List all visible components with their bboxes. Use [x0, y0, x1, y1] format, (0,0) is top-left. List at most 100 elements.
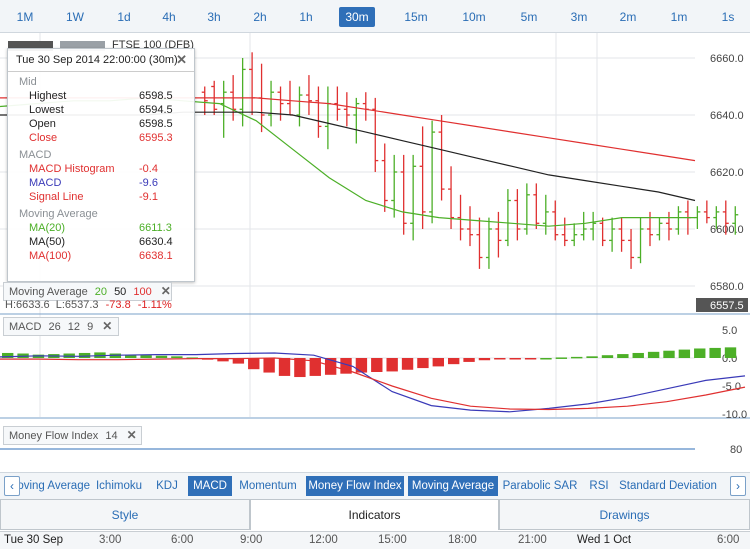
macd-tick-label: 5.0: [722, 325, 737, 337]
close-icon[interactable]: ✕: [102, 319, 112, 333]
timeframe-2h[interactable]: 2h: [245, 7, 275, 27]
tooltip-row-value: 6595.3: [139, 132, 173, 144]
tooltip-section-heading: Moving Average: [19, 208, 98, 220]
tooltip-row: MACD Histogram -0.4: [8, 162, 194, 176]
tooltip-row-label: MA(20): [29, 222, 66, 234]
tab-style[interactable]: Style: [0, 499, 250, 530]
timeframe-bar: 1M 1W 1d 4h 3h 2h 1h 30m 15m 10m 5m 3m 2m 1m 1s: [0, 0, 750, 33]
chevron-right-icon[interactable]: ›: [730, 476, 746, 496]
time-label: Wed 1 Oct: [577, 534, 632, 546]
tooltip-row: MA(100) 6638.1: [8, 249, 194, 263]
tooltip-row: Open 6598.5: [8, 117, 194, 131]
indicator-tab-money-flow-index[interactable]: Money Flow Index: [306, 476, 404, 496]
timeframe-1m[interactable]: 1m: [664, 7, 694, 27]
price-tick-label: 6640.0: [710, 110, 744, 122]
tooltip-row: MA(20) 6611.3: [8, 221, 194, 235]
timeframe-1M[interactable]: 1M: [10, 7, 40, 27]
tooltip-section-heading: Mid: [19, 76, 37, 88]
segmented-control: Style Indicators Drawings: [0, 499, 750, 531]
macd-histogram-bar: [586, 356, 598, 358]
timeframe-3h[interactable]: 3h: [199, 7, 229, 27]
price-tick-label: 6580.0: [710, 281, 744, 293]
low-value: L:6537.3: [55, 299, 99, 311]
macd-param-2: 12: [67, 321, 81, 333]
indicator-tab-standard-deviation[interactable]: Standard Deviation: [618, 476, 718, 496]
tooltip-row-value: 6598.5: [139, 90, 173, 102]
high-value: H:6633.6: [5, 299, 50, 311]
indicator-tab-macd[interactable]: MACD: [188, 476, 232, 496]
timeframe-30m[interactable]: 30m: [339, 7, 375, 27]
indicator-tab-ichimoku[interactable]: Ichimoku: [92, 476, 146, 496]
mfi-legend-chip[interactable]: Money Flow Index 14 ✕: [3, 426, 142, 445]
ma-legend-100: 100: [133, 286, 152, 298]
macd-legend-chip[interactable]: MACD 26 12 9 ✕: [3, 317, 119, 336]
tooltip-row-label: Signal Line: [29, 191, 84, 203]
close-icon[interactable]: ✕: [161, 284, 171, 298]
close-icon[interactable]: ✕: [176, 49, 187, 71]
timeframe-1W[interactable]: 1W: [60, 7, 90, 27]
indicator-tab-momentum[interactable]: Momentum: [236, 476, 300, 496]
macd-histogram-bar: [724, 347, 737, 358]
macd-histogram-bar: [709, 347, 721, 358]
tooltip-row: MA(50) 6630.4: [8, 235, 194, 249]
macd-tick-label: -10.0: [722, 409, 747, 421]
tooltip-row: Close 6595.3: [8, 131, 194, 145]
macd-histogram-bar: [540, 358, 552, 360]
indicator-tab-moving-average[interactable]: Moving Average: [8, 476, 90, 496]
timeframe-1d[interactable]: 1d: [109, 7, 139, 27]
macd-param-3: 9: [87, 321, 94, 333]
macd-histogram-bar: [278, 358, 291, 376]
ma-legend-label: Moving Average: [9, 286, 88, 298]
macd-histogram-bar: [447, 358, 460, 365]
change-value: -73.8: [105, 299, 131, 311]
tooltip-row: Highest 6598.5: [8, 89, 194, 103]
tooltip-row-value: 6638.1: [139, 250, 173, 262]
timeframe-3m[interactable]: 3m: [564, 7, 594, 27]
macd-histogram-bar: [463, 358, 475, 362]
time-label: 15:00: [378, 534, 407, 546]
timeframe-1h[interactable]: 1h: [291, 7, 321, 27]
macd-histogram-bar: [386, 358, 398, 372]
timeframe-4h[interactable]: 4h: [154, 7, 184, 27]
data-tooltip: Tue 30 Sep 2014 22:00:00 (30m) ✕ Mid High…: [7, 48, 195, 282]
macd-histogram-bar: [432, 358, 444, 367]
timeframe-2m[interactable]: 2m: [613, 7, 643, 27]
tooltip-row-value: 6630.4: [139, 236, 173, 248]
macd-histogram-bar: [155, 355, 168, 358]
macd-histogram-bar: [694, 348, 706, 358]
indicator-tab-kdj[interactable]: KDJ: [150, 476, 184, 496]
tab-indicators[interactable]: Indicators: [250, 499, 499, 530]
tooltip-row: Lowest 6594.5: [8, 103, 194, 117]
time-label: 21:00: [518, 534, 547, 546]
timeframe-5m[interactable]: 5m: [514, 7, 544, 27]
indicator-tab-rsi[interactable]: RSI: [584, 476, 614, 496]
macd-legend-label: MACD: [9, 321, 42, 333]
tooltip-row-value: -9.1: [139, 191, 158, 203]
tooltip-row: Signal Line -9.1: [8, 190, 194, 204]
macd-histogram-bar: [140, 355, 152, 358]
time-label: 3:00: [99, 534, 122, 546]
chevron-left-icon[interactable]: ‹: [4, 476, 20, 496]
tooltip-row-label: MACD: [29, 177, 62, 189]
macd-histogram-bar: [355, 358, 368, 373]
macd-histogram-bar: [647, 351, 660, 358]
tab-drawings[interactable]: Drawings: [499, 499, 750, 530]
ma-legend-50: 50: [114, 286, 127, 298]
indicator-tab-parabolic-sar[interactable]: Parabolic SAR: [502, 476, 578, 496]
tooltip-row-label: MA(50): [29, 236, 66, 248]
macd-histogram-bar: [401, 358, 414, 370]
tooltip-title: Tue 30 Sep 2014 22:00:00 (30m): [16, 54, 178, 66]
close-icon[interactable]: ✕: [127, 428, 137, 442]
timeframe-10m[interactable]: 10m: [459, 7, 489, 27]
indicator-tab-moving-average[interactable]: Moving Average: [408, 476, 498, 496]
macd-histogram-bar: [371, 358, 383, 372]
tooltip-header: Tue 30 Sep 2014 22:00:00 (30m) ✕: [8, 49, 194, 72]
price-tick-label: 6660.0: [710, 53, 744, 65]
tooltip-row-value: 6594.5: [139, 104, 173, 116]
macd-histogram-bar: [171, 356, 183, 358]
timeframe-1s[interactable]: 1s: [713, 7, 743, 27]
time-label: 6:00: [171, 534, 194, 546]
macd-histogram-bar: [248, 358, 260, 370]
timeframe-15m[interactable]: 15m: [401, 7, 431, 27]
mfi-legend-label: Money Flow Index: [9, 430, 99, 442]
